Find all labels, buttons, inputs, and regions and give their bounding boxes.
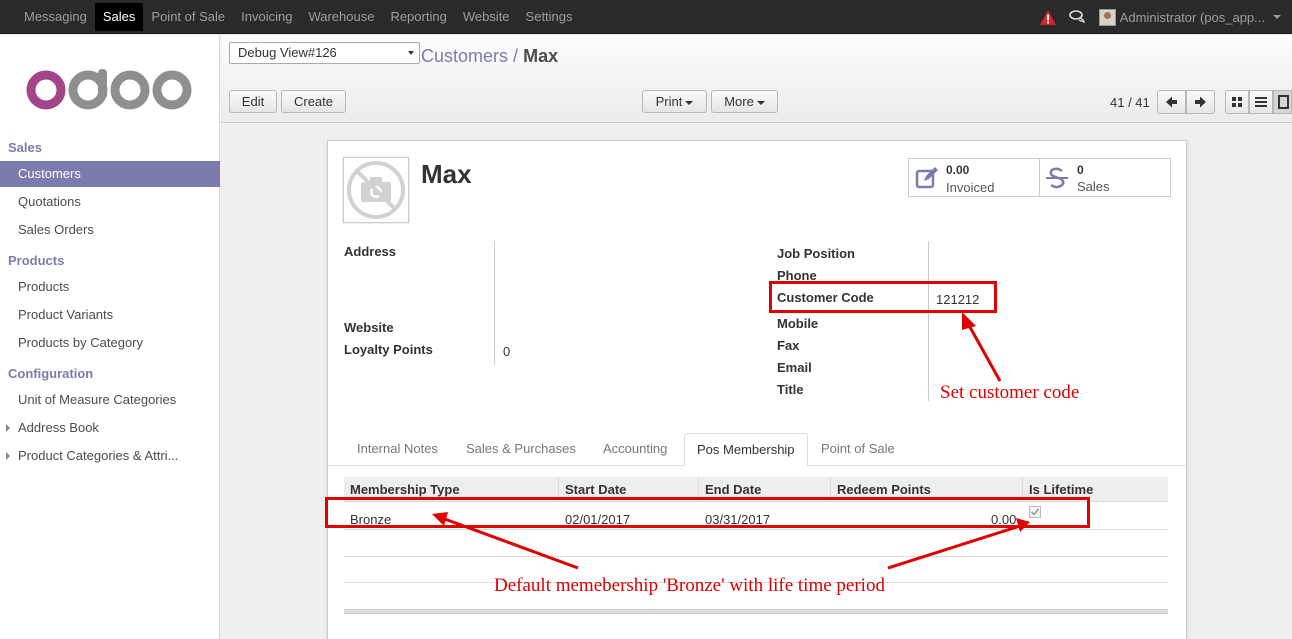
sidebar-item-sales-orders[interactable]: Sales Orders: [0, 217, 220, 243]
print-label: Print: [655, 94, 683, 109]
menu-settings[interactable]: Settings: [518, 0, 581, 34]
menu-sales[interactable]: Sales: [94, 3, 144, 31]
row-divider: [344, 556, 1168, 557]
annotation-set-customer-code: Set customer code: [940, 382, 1080, 403]
debug-view-select[interactable]: Debug View#126: [229, 42, 420, 64]
pager-value[interactable]: 41 / 41: [1110, 95, 1150, 110]
sidebar-item-product-categories[interactable]: Product Categories & Attri...: [0, 443, 220, 469]
table-footer: [344, 609, 1168, 614]
sidebar-item-customers[interactable]: Customers: [0, 161, 220, 187]
sidebar-item-address-book[interactable]: Address Book: [0, 415, 220, 441]
warning-icon[interactable]: [1039, 9, 1056, 25]
menu-website[interactable]: Website: [455, 0, 518, 34]
app-menu: Messaging Sales Point of Sale Invoicing …: [0, 0, 581, 34]
sidebar-item-label: Address Book: [18, 420, 99, 435]
caret-right-icon: [6, 452, 10, 460]
pencil-square-icon: [915, 167, 938, 189]
breadcrumb-separator: /: [513, 46, 519, 66]
annotation-default-membership: Default memebership 'Bronze' with life t…: [494, 575, 885, 596]
caret-down-icon: [756, 100, 765, 105]
section-products: Products: [8, 253, 65, 268]
form-view-button[interactable]: [1273, 90, 1292, 114]
no-camera-icon: [347, 161, 405, 219]
list-icon: [1255, 97, 1267, 107]
invoiced-value: 0.00: [946, 163, 970, 177]
sales-label: Sales: [1077, 179, 1110, 194]
caret-right-icon: [6, 424, 10, 432]
loyalty-points-label: Loyalty Points: [344, 342, 433, 357]
sales-count: 0: [1077, 163, 1084, 177]
menu-warehouse[interactable]: Warehouse: [300, 0, 382, 34]
arrow-right-icon: [1195, 96, 1206, 108]
sidebar: Sales Customers Quotations Sales Orders …: [0, 35, 220, 639]
sidebar-item-quotations[interactable]: Quotations: [0, 189, 220, 215]
avatar[interactable]: [1098, 8, 1116, 26]
odoo-logo[interactable]: [26, 69, 192, 111]
more-label: More: [724, 94, 754, 109]
tab-sales-purchases[interactable]: Sales & Purchases: [454, 433, 588, 466]
breadcrumb-current: Max: [523, 46, 559, 66]
membership-row-highlight: [325, 497, 1090, 528]
create-button[interactable]: Create: [281, 90, 346, 113]
fax-label: Fax: [777, 338, 800, 353]
row-divider: [344, 529, 1168, 530]
section-sales: Sales: [8, 140, 42, 155]
email-label: Email: [777, 360, 812, 375]
column-divider: [494, 241, 495, 365]
invoiced-label: Invoiced: [946, 180, 995, 195]
print-button[interactable]: Print: [642, 90, 707, 113]
menu-reporting[interactable]: Reporting: [382, 0, 454, 34]
next-button[interactable]: [1186, 90, 1215, 114]
user-menu[interactable]: Administrator (pos_app...: [1120, 10, 1265, 25]
notebook-tabs: Internal Notes Sales & Purchases Account…: [328, 433, 1188, 466]
title-label: Title: [777, 382, 804, 397]
arrow-left-icon: [1166, 96, 1177, 108]
caret-down-icon: [685, 100, 694, 105]
tab-pos-membership[interactable]: Pos Membership: [684, 433, 808, 466]
website-label: Website: [344, 320, 394, 335]
chat-icon[interactable]: [1068, 10, 1085, 24]
edit-button[interactable]: Edit: [229, 90, 277, 113]
tab-accounting[interactable]: Accounting: [591, 433, 679, 466]
grid-icon: [1232, 97, 1242, 107]
chevron-down-icon: [408, 51, 414, 55]
list-view-button[interactable]: [1249, 90, 1273, 114]
loyalty-points-value[interactable]: 0: [503, 344, 510, 359]
tab-internal-notes[interactable]: Internal Notes: [345, 433, 450, 466]
sidebar-item-uom-categories[interactable]: Unit of Measure Categories: [0, 387, 220, 413]
chevron-down-icon[interactable]: [1273, 15, 1281, 19]
top-navbar: Messaging Sales Point of Sale Invoicing …: [0, 0, 1292, 34]
column-divider: [928, 241, 929, 401]
sidebar-item-product-variants[interactable]: Product Variants: [0, 302, 220, 328]
kanban-view-button[interactable]: [1225, 90, 1249, 114]
previous-button[interactable]: [1157, 90, 1186, 114]
sales-stat-button[interactable]: 0 Sales: [1039, 158, 1171, 197]
job-position-label: Job Position: [777, 246, 855, 261]
tab-point-of-sale[interactable]: Point of Sale: [809, 433, 907, 466]
sidebar-item-label: Product Categories & Attri...: [18, 448, 179, 463]
topbar-right: Administrator (pos_app...: [1039, 0, 1292, 34]
more-button[interactable]: More: [711, 90, 778, 113]
invoiced-stat-button[interactable]: 0.00 Invoiced: [908, 158, 1040, 197]
menu-invoicing[interactable]: Invoicing: [233, 0, 300, 34]
form-icon: [1278, 95, 1289, 109]
customer-photo[interactable]: [343, 157, 409, 223]
customer-code-highlight: [769, 281, 997, 313]
sidebar-item-products-by-category[interactable]: Products by Category: [0, 330, 220, 356]
customer-name[interactable]: Max: [421, 159, 472, 190]
mobile-label: Mobile: [777, 316, 819, 331]
control-panel: Debug View#126 Customers / Max Edit Crea…: [221, 35, 1292, 123]
debug-view-value: Debug View#126: [238, 45, 337, 60]
form-view: Max 0.00 Invoiced 0 Sales Address Websit…: [221, 124, 1292, 639]
menu-point-of-sale[interactable]: Point of Sale: [143, 0, 233, 34]
breadcrumb-customers[interactable]: Customers: [421, 46, 508, 66]
menu-messaging[interactable]: Messaging: [0, 0, 95, 34]
breadcrumb: Customers / Max: [421, 46, 558, 67]
address-label: Address: [344, 244, 397, 259]
section-configuration: Configuration: [8, 366, 94, 381]
strikethrough-icon: [1046, 167, 1068, 189]
sidebar-item-products[interactable]: Products: [0, 274, 220, 300]
